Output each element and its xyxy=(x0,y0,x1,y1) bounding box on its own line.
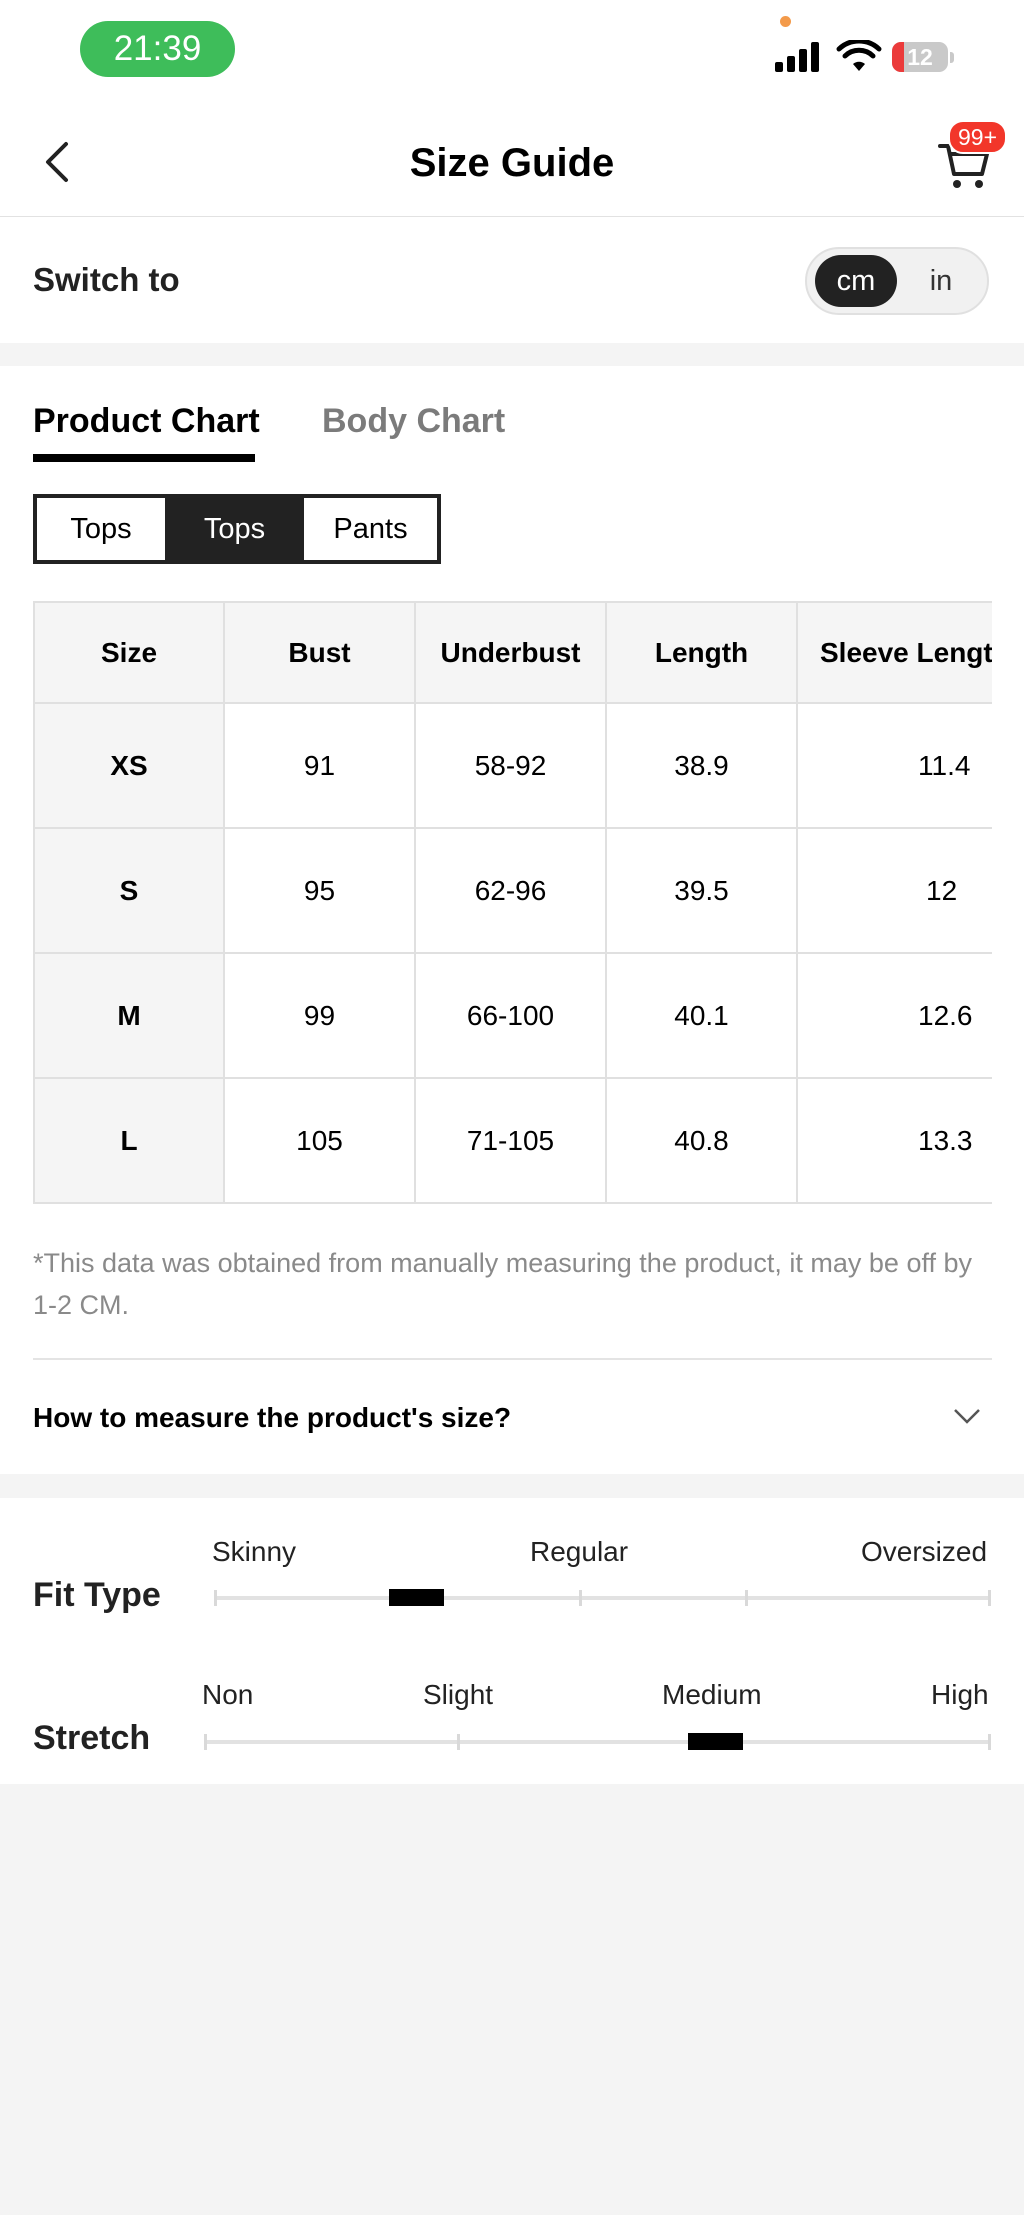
battery-icon: 12 xyxy=(892,42,954,72)
size-cell: M xyxy=(33,952,225,1079)
stretch-label: Stretch xyxy=(33,1719,151,1757)
measurement-note: *This data was obtained from manually me… xyxy=(33,1248,972,1320)
fit-tick xyxy=(579,1590,582,1606)
fit-tick xyxy=(988,1590,991,1606)
category-selector: Tops Tops Pants xyxy=(33,494,441,564)
bust-cell: 105 xyxy=(223,1077,416,1204)
status-time: 21:39 xyxy=(80,21,235,77)
size-cell: S xyxy=(33,827,225,954)
size-cell: XS xyxy=(33,702,225,829)
chevron-down-icon xyxy=(954,1409,980,1424)
stretch-tick xyxy=(988,1734,991,1750)
fit-type-track xyxy=(215,1596,990,1600)
fit-level-oversized: Oversized xyxy=(861,1536,988,1567)
category-tops-1[interactable]: Tops xyxy=(37,498,168,560)
unit-switch-section: Switch to cm in xyxy=(0,217,1024,343)
unit-cm-button[interactable]: cm xyxy=(815,255,897,307)
underbust-cell: 62-96 xyxy=(414,827,607,954)
stretch-level-high: High xyxy=(931,1679,989,1710)
unit-toggle: cm in xyxy=(805,247,989,315)
fit-type-marker xyxy=(389,1589,444,1606)
underbust-cell: 66-100 xyxy=(414,952,607,1079)
bust-cell: 95 xyxy=(223,827,416,954)
status-bar: 21:39 12 xyxy=(0,0,1024,110)
size-chart-section: Product Chart Body Chart Tops Tops Pants… xyxy=(0,366,1024,1474)
wifi-icon xyxy=(836,40,882,71)
cellular-signal-icon xyxy=(775,42,823,72)
header-length: Length xyxy=(605,601,798,704)
stretch-marker xyxy=(687,1733,743,1750)
table-row: S 95 62-96 39.5 12 xyxy=(33,827,992,954)
switch-to-label: Switch to xyxy=(33,261,180,298)
header-bust: Bust xyxy=(223,601,416,704)
table-header-row: Size Bust Underbust Length Sleeve Lengt xyxy=(33,601,992,704)
size-guide-page: 21:39 12 Size Guide 99+ Switch to cm in … xyxy=(0,0,1024,2215)
sleeve-length-cell: 13.3 xyxy=(796,1077,992,1204)
top-nav-bar: Size Guide xyxy=(0,110,1024,217)
underbust-cell: 71-105 xyxy=(414,1077,607,1204)
category-pants[interactable]: Pants xyxy=(301,498,437,560)
size-cell: L xyxy=(33,1077,225,1204)
length-cell: 40.1 xyxy=(605,952,798,1079)
fit-section: Fit Type Skinny Regular Oversized Stretc… xyxy=(0,1498,1024,1784)
sleeve-length-cell: 12 xyxy=(796,827,992,954)
bust-cell: 99 xyxy=(223,952,416,1079)
table-row: M 99 66-100 40.1 12.6 xyxy=(33,952,992,1079)
battery-level: 12 xyxy=(907,44,933,70)
size-table: Size Bust Underbust Length Sleeve Lengt … xyxy=(33,601,992,1204)
fit-level-regular: Regular xyxy=(530,1536,629,1567)
page-title: Size Guide xyxy=(409,141,615,185)
fit-tick xyxy=(214,1590,217,1606)
tab-body-chart[interactable]: Body Chart xyxy=(322,402,505,441)
stretch-track xyxy=(205,1740,990,1744)
underbust-cell: 58-92 xyxy=(414,702,607,829)
header-size: Size xyxy=(33,601,225,704)
length-cell: 40.8 xyxy=(605,1077,798,1204)
stretch-level-slight: Slight xyxy=(423,1679,494,1710)
fit-level-skinny: Skinny xyxy=(212,1536,297,1567)
header-underbust: Underbust xyxy=(414,601,607,704)
fit-tick xyxy=(745,1590,748,1606)
size-table-scroll[interactable]: Size Bust Underbust Length Sleeve Lengt … xyxy=(33,601,992,1206)
how-to-measure-label: How to measure the product's size? xyxy=(33,1402,512,1433)
bust-cell: 91 xyxy=(223,702,416,829)
header-sleeve-length: Sleeve Lengt xyxy=(796,601,992,704)
stretch-level-medium: Medium xyxy=(662,1679,762,1710)
length-cell: 38.9 xyxy=(605,702,798,829)
length-cell: 39.5 xyxy=(605,827,798,954)
stretch-tick xyxy=(204,1734,207,1750)
table-row: L 105 71-105 40.8 13.3 xyxy=(33,1077,992,1204)
tab-product-chart[interactable]: Product Chart xyxy=(33,402,260,441)
how-to-measure-row[interactable]: How to measure the product's size? xyxy=(33,1376,992,1460)
section-divider xyxy=(33,1358,992,1360)
sleeve-length-cell: 11.4 xyxy=(796,702,992,829)
active-tab-indicator xyxy=(33,454,255,462)
sleeve-length-cell: 12.6 xyxy=(796,952,992,1079)
fit-type-label: Fit Type xyxy=(33,1576,161,1614)
unit-in-button[interactable]: in xyxy=(901,255,981,307)
cart-count-badge: 99+ xyxy=(948,120,1008,154)
stretch-tick xyxy=(457,1734,460,1750)
category-tops-2[interactable]: Tops xyxy=(168,498,301,560)
table-row: XS 91 58-92 38.9 11.4 xyxy=(33,702,992,829)
stretch-level-non: Non xyxy=(202,1679,254,1710)
camera-indicator-icon xyxy=(780,16,791,27)
